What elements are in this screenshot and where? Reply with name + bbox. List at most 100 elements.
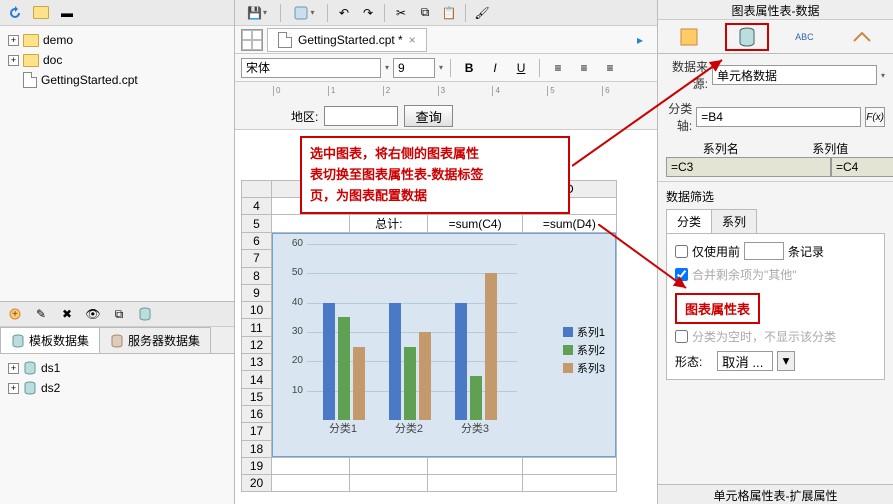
annotation-callout-2: 图表属性表	[675, 293, 760, 324]
tab-server-ds[interactable]: 服务器数据集	[99, 327, 211, 353]
tab-template-ds[interactable]: 模板数据集	[0, 327, 100, 353]
dropdown-icon[interactable]: ▾	[385, 63, 389, 72]
fx-btn[interactable]: F(x)	[865, 107, 885, 127]
align-center-btn[interactable]: ≡	[573, 57, 595, 79]
row-header[interactable]: 5	[242, 215, 272, 233]
file-icon	[23, 72, 37, 88]
only-top-checkbox[interactable]	[675, 245, 688, 258]
align-left-btn[interactable]: ≡	[547, 57, 569, 79]
cut-btn[interactable]: ✂	[390, 2, 412, 24]
bold-btn[interactable]: B	[458, 57, 480, 79]
redo-btn[interactable]: ↷	[357, 2, 379, 24]
format-painter-btn[interactable]: 🖌	[471, 2, 493, 24]
dropdown-icon[interactable]: ▾	[439, 63, 443, 72]
ds-db-btn[interactable]	[134, 303, 156, 325]
expand-icon[interactable]: +	[8, 35, 19, 46]
row-header[interactable]: 20	[242, 475, 272, 492]
open-folder-btn[interactable]	[30, 2, 52, 24]
ds-add-btn[interactable]: +	[4, 303, 26, 325]
file-tab[interactable]: GettingStarted.cpt * ×	[267, 28, 427, 52]
filter-tab-category[interactable]: 分类	[666, 209, 712, 233]
row-header[interactable]: 6	[242, 233, 272, 250]
tree-folder-doc[interactable]: +doc	[4, 50, 230, 70]
row-header[interactable]: 14	[242, 371, 272, 388]
spreadsheet[interactable]: ABCD 4 5总计:=sum(C4)=sum(D4) 6 1020304050…	[241, 180, 617, 492]
file-tree[interactable]: +demo +doc GettingStarted.cpt	[0, 26, 234, 301]
row-header[interactable]: 13	[242, 354, 272, 371]
cell[interactable]: 总计:	[350, 215, 428, 233]
chart-cell[interactable]: 102030405060分类1分类2分类3 系列1系列2系列3	[272, 233, 617, 458]
bottom-panel-title[interactable]: 单元格属性表-扩展属性	[658, 484, 893, 504]
data-source-input[interactable]	[712, 65, 877, 85]
row-header[interactable]: 15	[242, 388, 272, 405]
hide-empty-label: 分类为空时，不显示该分类	[692, 328, 836, 345]
row-header[interactable]: 8	[242, 267, 272, 284]
rp-tab-data[interactable]	[725, 23, 769, 51]
row-header[interactable]: 11	[242, 319, 272, 336]
align-right-btn[interactable]: ≡	[599, 57, 621, 79]
ds-copy-btn[interactable]: ⧉	[108, 303, 130, 325]
bar	[470, 376, 482, 420]
expand-icon[interactable]: +	[8, 363, 19, 374]
ds-label: ds1	[41, 361, 60, 375]
tree-folder-demo[interactable]: +demo	[4, 30, 230, 50]
ds-preview-btn[interactable]: 👁	[82, 303, 104, 325]
series-name-input[interactable]	[666, 157, 831, 177]
undo-btn[interactable]: ↶	[333, 2, 355, 24]
ds-item-ds1[interactable]: + ds1	[4, 358, 230, 378]
row-header[interactable]: 18	[242, 440, 272, 457]
param-label: 地区:	[291, 108, 318, 125]
category-axis-input[interactable]	[696, 107, 861, 127]
hide-empty-checkbox[interactable]	[675, 330, 688, 343]
filter-tab-series[interactable]: 系列	[711, 209, 757, 233]
refresh-btn[interactable]	[4, 2, 26, 24]
query-btn[interactable]: 查询	[404, 105, 453, 127]
tab-label: 模板数据集	[29, 332, 89, 349]
records-label: 条记录	[788, 243, 824, 260]
cell[interactable]: =sum(C4)	[428, 215, 522, 233]
row-header[interactable]: 19	[242, 458, 272, 475]
cell[interactable]: =sum(D4)	[522, 215, 616, 233]
row-header[interactable]: 16	[242, 405, 272, 422]
ds-edit-btn[interactable]: ✎	[30, 303, 52, 325]
row-header[interactable]: 10	[242, 302, 272, 319]
shape-input[interactable]	[717, 351, 773, 371]
view-toggle[interactable]	[241, 29, 263, 51]
close-tab-btn[interactable]: ×	[409, 33, 416, 47]
only-top-input[interactable]	[744, 242, 784, 260]
ruler: 0123456	[273, 86, 657, 96]
copy-btn[interactable]: ⧉	[414, 2, 436, 24]
save-btn[interactable]: 💾▾	[239, 2, 275, 24]
series-value-input[interactable]	[831, 157, 893, 177]
rp-tab-style[interactable]	[667, 23, 711, 51]
collapse-btn[interactable]: ▬	[56, 2, 78, 24]
merge-other-checkbox[interactable]	[675, 268, 688, 281]
series-name-header: 系列名	[666, 140, 776, 157]
row-header[interactable]: 9	[242, 284, 272, 301]
chart-legend: 系列1系列2系列3	[563, 324, 605, 378]
row-header[interactable]: 7	[242, 250, 272, 267]
rp-tab-text[interactable]: ABC	[782, 23, 826, 51]
row-header[interactable]: 17	[242, 423, 272, 440]
param-input[interactable]	[324, 106, 398, 126]
rp-tab-special[interactable]	[840, 23, 884, 51]
file-tab-label: GettingStarted.cpt *	[298, 33, 403, 47]
shape-dropdown-btn[interactable]: ▾	[777, 351, 795, 371]
underline-btn[interactable]: U	[510, 57, 532, 79]
expand-icon[interactable]: +	[8, 383, 19, 394]
bar	[338, 317, 350, 420]
preview-btn[interactable]: ▾	[286, 2, 322, 24]
ds-del-btn[interactable]: ✖	[56, 303, 78, 325]
expand-icon[interactable]: +	[8, 55, 19, 66]
paste-btn[interactable]: 📋	[438, 2, 460, 24]
font-size-select[interactable]	[393, 58, 435, 78]
chart[interactable]: 102030405060分类1分类2分类3 系列1系列2系列3	[272, 233, 616, 457]
row-header[interactable]: 4	[242, 198, 272, 215]
dropdown-icon[interactable]: ▾	[881, 71, 885, 80]
row-header[interactable]: 12	[242, 336, 272, 353]
ds-item-ds2[interactable]: +ds2	[4, 378, 230, 398]
italic-btn[interactable]: I	[484, 57, 506, 79]
tree-file-gettingstarted[interactable]: GettingStarted.cpt	[4, 70, 230, 90]
overflow-btn[interactable]: ▸	[629, 29, 651, 51]
font-name-select[interactable]	[241, 58, 381, 78]
